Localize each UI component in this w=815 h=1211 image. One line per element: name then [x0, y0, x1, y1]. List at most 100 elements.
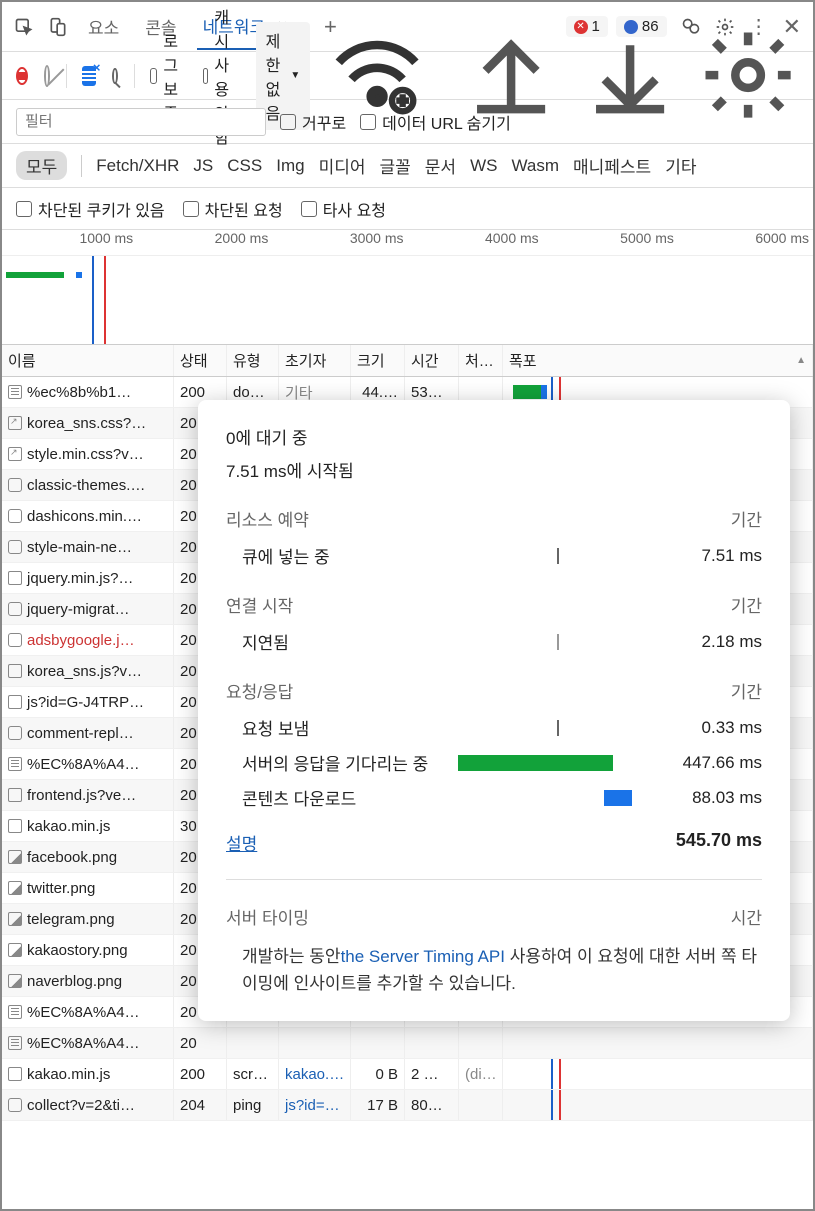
queued-at-label: 0에 대기 중	[226, 424, 762, 449]
col-type[interactable]: 유형	[227, 345, 279, 376]
request-name: %ec%8b%b1…	[27, 384, 131, 401]
third-party-checkbox[interactable]: 타사 요청	[301, 197, 386, 221]
export-har-icon[interactable]	[579, 24, 681, 126]
file-type-icon	[8, 943, 22, 957]
request-name: kakaostory.png	[27, 942, 128, 959]
request-name: kakao.min.js	[27, 818, 110, 835]
filter-manifest[interactable]: 매니페스트	[573, 153, 651, 178]
request-name: style.min.css?v…	[27, 446, 144, 463]
download-bar	[604, 790, 632, 806]
clear-button[interactable]	[44, 65, 50, 87]
load-marker	[104, 256, 106, 344]
file-type-icon	[8, 912, 22, 926]
sent-value: 0.33 ms	[662, 718, 762, 738]
request-name: collect?v=2&ti…	[27, 1097, 135, 1114]
stalled-bar	[557, 634, 559, 650]
sent-bar	[557, 720, 559, 736]
file-type-icon	[8, 478, 22, 492]
request-name: jquery-migrat…	[27, 601, 130, 618]
filter-all[interactable]: 모두	[16, 151, 67, 180]
time-col-label: 시간	[731, 904, 762, 929]
time-cell: 80…	[405, 1090, 459, 1120]
section-connection-label: 연결 시작	[226, 592, 293, 617]
table-row[interactable]: %EC%8A%A4…20	[2, 1028, 813, 1059]
queuing-label: 큐에 넣는 중	[242, 543, 442, 568]
time-cell	[405, 1028, 459, 1058]
request-name: style-main-ne…	[27, 539, 132, 556]
col-size[interactable]: 크기	[351, 345, 405, 376]
request-name: frontend.js?ve…	[27, 787, 136, 804]
col-time[interactable]: 시간	[405, 345, 459, 376]
filter-font[interactable]: 글꼴	[380, 153, 411, 178]
time-cell: 2 …	[405, 1059, 459, 1089]
server-timing-api-link[interactable]: the Server Timing API	[341, 947, 505, 966]
filter-img[interactable]: Img	[276, 156, 304, 176]
network-settings-icon[interactable]	[697, 24, 799, 126]
filter-other[interactable]: 기타	[665, 153, 696, 178]
file-type-icon	[8, 819, 22, 833]
file-type-icon	[8, 757, 22, 771]
filter-media[interactable]: 미디어	[319, 153, 366, 178]
explanation-link[interactable]: 설명	[226, 830, 257, 855]
request-name: twitter.png	[27, 880, 95, 897]
col-name[interactable]: 이름	[2, 345, 174, 376]
overview-bar	[6, 272, 64, 278]
file-type-icon	[8, 788, 22, 802]
server-timing-body: 개발하는 동안the Server Timing API 사용하여 이 요청에 …	[226, 943, 762, 997]
hide-data-url-checkbox[interactable]: 데이터 URL 숨기기	[360, 110, 511, 134]
size-cell: 17 B	[351, 1090, 405, 1120]
type-cell: scr…	[227, 1059, 279, 1089]
file-type-icon	[8, 881, 22, 895]
filter-ws[interactable]: WS	[470, 156, 497, 176]
stalled-label: 지연됨	[242, 629, 442, 654]
filter-doc[interactable]: 문서	[425, 153, 456, 178]
file-type-icon	[8, 1098, 22, 1112]
waterfall-cell	[503, 1090, 813, 1120]
blocked-requests-checkbox[interactable]: 차단된 요청	[183, 197, 283, 221]
section-request-label: 요청/응답	[226, 678, 293, 703]
filter-wasm[interactable]: Wasm	[511, 156, 559, 176]
search-icon[interactable]	[112, 68, 118, 84]
filter-js[interactable]: JS	[193, 156, 213, 176]
request-name: %EC%8A%A4…	[27, 1035, 140, 1052]
record-button[interactable]	[16, 67, 28, 85]
table-row[interactable]: kakao.min.js200scr…kakao.…0 B2 …(di…	[2, 1059, 813, 1090]
server-timing-label: 서버 타이밍	[226, 904, 309, 929]
col-chdr[interactable]: 처…	[459, 345, 503, 376]
inspect-icon[interactable]	[14, 17, 34, 37]
filter-toggle-icon[interactable]	[82, 66, 96, 86]
size-cell: 0 B	[351, 1059, 405, 1089]
type-cell: ping	[227, 1090, 279, 1120]
size-cell	[351, 1028, 405, 1058]
filter-input[interactable]	[16, 108, 266, 136]
tab-elements[interactable]: 요소	[82, 4, 125, 49]
col-waterfall[interactable]: 폭포▲	[503, 345, 813, 376]
filter-css[interactable]: CSS	[227, 156, 262, 176]
waiting-value: 447.66 ms	[662, 753, 762, 773]
invert-checkbox[interactable]: 거꾸로	[280, 110, 346, 134]
filter-fetch[interactable]: Fetch/XHR	[96, 156, 179, 176]
download-value: 88.03 ms	[662, 788, 762, 808]
file-type-icon	[8, 974, 22, 988]
col-initiator[interactable]: 초기자	[279, 345, 351, 376]
waterfall-cell	[503, 1028, 813, 1058]
request-name: adsbygoogle.j…	[27, 632, 135, 649]
network-toolbar: 로그 보존 캐시 사용 안 함 제한 없음	[2, 52, 813, 100]
file-type-icon	[8, 726, 22, 740]
initiator-cell: js?id=…	[279, 1090, 351, 1120]
request-name: %EC%8A%A4…	[27, 756, 140, 773]
device-toggle-icon[interactable]	[48, 17, 68, 37]
timeline-overview[interactable]: 1000 ms 2000 ms 3000 ms 4000 ms 5000 ms …	[2, 230, 813, 345]
file-type-icon	[8, 509, 22, 523]
overview-ticks: 1000 ms 2000 ms 3000 ms 4000 ms 5000 ms …	[2, 230, 813, 256]
initiator-cell	[279, 1028, 351, 1058]
waiting-bar	[458, 755, 613, 771]
table-row[interactable]: collect?v=2&ti…204pingjs?id=…17 B80…	[2, 1090, 813, 1121]
col-status[interactable]: 상태	[174, 345, 227, 376]
started-at-label: 7.51 ms에 시작됨	[226, 457, 762, 482]
total-time: 545.70 ms	[676, 830, 762, 855]
dom-content-loaded-marker	[92, 256, 94, 344]
blocked-cookies-checkbox[interactable]: 차단된 쿠키가 있음	[16, 197, 165, 221]
file-type-icon	[8, 695, 22, 709]
request-name: classic-themes.…	[27, 477, 145, 494]
